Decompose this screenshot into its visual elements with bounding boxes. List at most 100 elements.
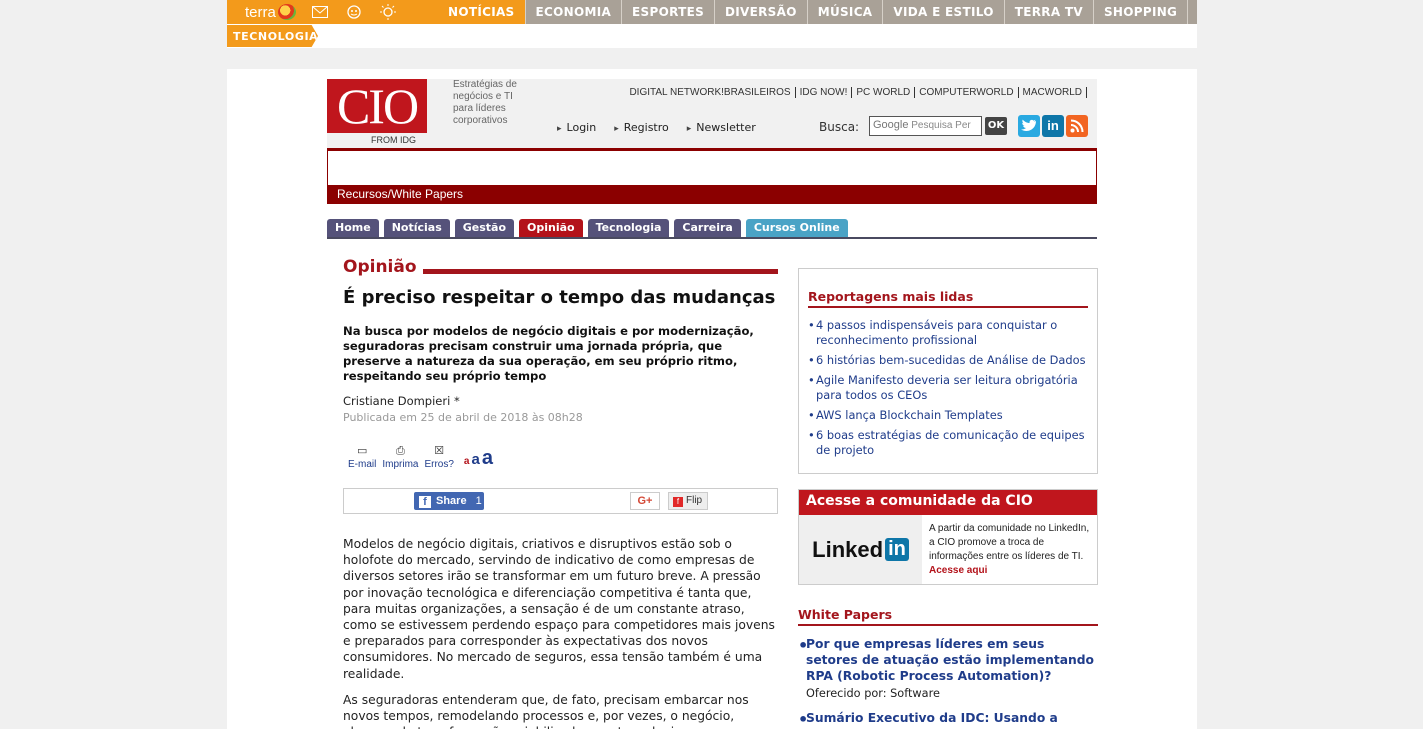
white-paper-item: Sumário Executivo da IDC: Usando a Veeam bbox=[798, 710, 1098, 729]
article-tools: ▭ E-mail ⎙ Imprima ☒ Erros? a a a bbox=[348, 445, 778, 471]
facebook-share-button[interactable]: f Share 1 bbox=[414, 492, 484, 510]
section-header: Opinião bbox=[343, 257, 778, 277]
weather-icon[interactable] bbox=[378, 4, 398, 20]
terra-nav-esportes[interactable]: ESPORTES bbox=[622, 0, 716, 24]
registro-link[interactable]: Registro bbox=[614, 121, 669, 134]
user-links: Login Registro Newsletter bbox=[557, 121, 756, 134]
breadcrumb[interactable]: Recursos/White Papers bbox=[328, 185, 1096, 203]
most-read-item[interactable]: 6 boas estratégias de comunicação de equ… bbox=[808, 428, 1088, 458]
terra-sub-bar: TECNOLOGIA bbox=[227, 24, 1197, 48]
cio-logo[interactable]: CIO bbox=[327, 79, 427, 133]
font-size-controls: a a a bbox=[464, 447, 493, 470]
login-link[interactable]: Login bbox=[557, 121, 597, 134]
most-read-item[interactable]: AWS lança Blockchain Templates bbox=[808, 408, 1088, 423]
terra-nav-diversao[interactable]: DIVERSÃO bbox=[715, 0, 808, 24]
terra-nav-shopping[interactable]: SHOPPING bbox=[1094, 0, 1189, 24]
search-input[interactable]: Google Pesquisa Per bbox=[869, 116, 982, 136]
search-placeholder: Pesquisa Per bbox=[911, 120, 971, 131]
tab-gestao[interactable]: Gestão bbox=[454, 219, 515, 237]
community-description: A partir da comunidade no LinkedIn, a CI… bbox=[929, 523, 1090, 562]
section-rule bbox=[422, 269, 778, 274]
games-icon[interactable] bbox=[344, 4, 364, 20]
article-author: Cristiane Dompieri * bbox=[343, 394, 460, 408]
article-date: Publicada em 25 de abril de 2018 às 08h2… bbox=[343, 411, 583, 424]
community-text: A partir da comunidade no LinkedIn, a CI… bbox=[929, 522, 1094, 578]
white-papers-list: Por que empresas líderes em seus setores… bbox=[798, 636, 1098, 729]
white-paper-link[interactable]: Por que empresas líderes em seus setores… bbox=[806, 636, 1098, 684]
flipboard-label: Flip bbox=[686, 495, 703, 506]
most-read-item[interactable]: Agile Manifesto deveria ser leitura obri… bbox=[808, 373, 1088, 403]
most-read-item[interactable]: 6 histórias bem-sucedidas de Análise de … bbox=[808, 353, 1088, 368]
most-read-box: Reportagens mais lidas 4 passos indispen… bbox=[798, 268, 1098, 474]
google-watermark: Google bbox=[873, 119, 909, 131]
linkedin-icon[interactable]: in bbox=[1042, 115, 1064, 137]
main-nav-tabs: Home Notícias Gestão Opinião Tecnologia … bbox=[327, 219, 1097, 239]
tab-opiniao[interactable]: Opinião bbox=[519, 219, 583, 237]
terra-section-tecnologia[interactable]: TECNOLOGIA bbox=[227, 25, 318, 47]
facebook-icon: f bbox=[419, 496, 431, 508]
linkedin-logo-text: Linked bbox=[812, 536, 884, 562]
most-read-list: 4 passos indispensáveis para conquistar … bbox=[808, 318, 1088, 458]
terra-logo-icon bbox=[277, 4, 296, 20]
section-title[interactable]: Opinião bbox=[343, 257, 417, 277]
terra-nav-noticias[interactable]: NOTÍCIAS bbox=[438, 0, 526, 24]
article-paragraph: Modelos de negócio digitais, criativos e… bbox=[343, 537, 775, 681]
partner-link-digital-network[interactable]: DIGITAL NETWORK!BRASILEIROS bbox=[625, 87, 796, 98]
terra-brand-area: terra bbox=[227, 0, 438, 24]
partner-link-macworld[interactable]: MACWORLD bbox=[1019, 87, 1087, 98]
white-paper-link[interactable]: Sumário Executivo da IDC: Usando a Veeam bbox=[806, 710, 1098, 729]
twitter-icon[interactable] bbox=[1018, 115, 1040, 137]
font-size-large[interactable]: a bbox=[482, 447, 493, 470]
tab-carreira[interactable]: Carreira bbox=[674, 219, 741, 237]
google-plus-button[interactable]: G+ bbox=[630, 492, 660, 510]
tab-tecnologia[interactable]: Tecnologia bbox=[587, 219, 670, 237]
linkedin-logo-in: in bbox=[885, 538, 909, 561]
tab-cursos-online[interactable]: Cursos Online bbox=[745, 219, 848, 237]
rss-icon[interactable] bbox=[1066, 115, 1088, 137]
print-tool-label: Imprima bbox=[382, 459, 419, 470]
email-tool[interactable]: ▭ E-mail bbox=[348, 445, 376, 471]
page-container: CIO FROM IDG Estratégias de negócios e T… bbox=[227, 69, 1197, 729]
terra-nav-musica[interactable]: MÚSICA bbox=[808, 0, 884, 24]
share-bar: f Share 1 G+ f Flip bbox=[343, 488, 778, 514]
tab-noticias[interactable]: Notícias bbox=[383, 219, 450, 237]
linkedin-logo[interactable]: Linked in bbox=[799, 515, 922, 584]
print-icon: ⎙ bbox=[396, 445, 405, 457]
community-box: Acesse a comunidade da CIO Linked in A pa… bbox=[798, 489, 1098, 585]
flipboard-button[interactable]: f Flip bbox=[668, 492, 708, 510]
search-ok-button[interactable]: OK bbox=[985, 117, 1007, 135]
terra-top-bar: terra NOTÍCIAS ECONOMIA ESPORTES DIVERSÃ… bbox=[227, 0, 1197, 24]
tab-home[interactable]: Home bbox=[327, 219, 379, 237]
ad-banner: Recursos/White Papers bbox=[327, 148, 1097, 204]
article-paragraph: As seguradoras entenderam que, de fato, … bbox=[343, 692, 749, 729]
most-read-item[interactable]: 4 passos indispensáveis para conquistar … bbox=[808, 318, 1088, 348]
newsletter-link[interactable]: Newsletter bbox=[687, 121, 755, 134]
font-size-small[interactable]: a bbox=[464, 456, 470, 467]
community-link[interactable]: Acesse aqui bbox=[929, 565, 987, 576]
cio-from-idg: FROM IDG bbox=[371, 135, 416, 145]
error-report-icon: ☒ bbox=[434, 445, 445, 457]
flipboard-icon: f bbox=[673, 497, 683, 507]
white-papers-title: White Papers bbox=[798, 607, 1098, 626]
partner-link-pc-world[interactable]: PC WORLD bbox=[852, 87, 916, 98]
article-lead: Na busca por modelos de negócio digitais… bbox=[343, 324, 754, 383]
errors-tool[interactable]: ☒ Erros? bbox=[424, 445, 454, 471]
print-tool[interactable]: ⎙ Imprima bbox=[382, 445, 419, 471]
terra-nav-terra-tv[interactable]: TERRA TV bbox=[1005, 0, 1094, 24]
email-icon: ▭ bbox=[356, 445, 368, 457]
community-title: Acesse a comunidade da CIO bbox=[799, 490, 1097, 515]
article: Opinião É preciso respeitar o tempo das … bbox=[343, 257, 778, 729]
font-size-medium[interactable]: a bbox=[471, 451, 479, 468]
cio-header: CIO FROM IDG Estratégias de negócios e T… bbox=[327, 79, 1097, 149]
terra-logo[interactable]: terra bbox=[245, 4, 296, 21]
partner-link-computerworld[interactable]: COMPUTERWORLD bbox=[915, 87, 1019, 98]
partner-links: DIGITAL NETWORK!BRASILEIROS IDG NOW! PC … bbox=[625, 87, 1087, 98]
cio-tagline: Estratégias de negócios e TI para lídere… bbox=[453, 79, 517, 126]
facebook-share-label: Share bbox=[436, 495, 467, 507]
partner-link-idg-now[interactable]: IDG NOW! bbox=[796, 87, 853, 98]
terra-nav-economia[interactable]: ECONOMIA bbox=[526, 0, 623, 24]
white-paper-item: Por que empresas líderes em seus setores… bbox=[798, 636, 1098, 700]
errors-tool-label: Erros? bbox=[424, 459, 454, 470]
mail-icon[interactable] bbox=[310, 4, 330, 20]
terra-nav-vida-e-estilo[interactable]: VIDA E ESTILO bbox=[883, 0, 1005, 24]
